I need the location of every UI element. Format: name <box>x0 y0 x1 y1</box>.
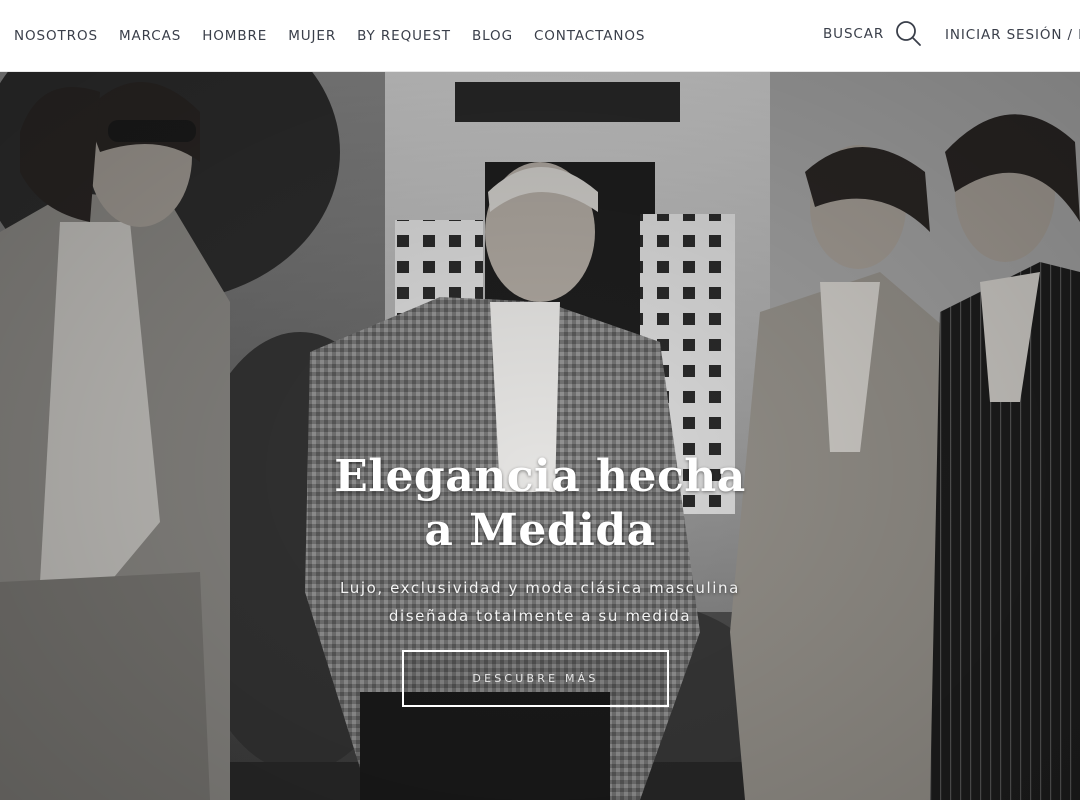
hero-subtitle-line-2: diseñada totalmente a su medida <box>388 607 692 625</box>
hero-banner: Elegancia hecha a Medida Lujo, exclusivi… <box>0 72 1080 800</box>
search-label: BUSCAR <box>823 26 885 42</box>
nav-item-nosotros[interactable]: NOSOTROS <box>14 28 98 44</box>
top-navigation-bar: NOSOTROS MARCAS HOMBRE MUJER BY REQUEST … <box>0 0 1080 72</box>
search-icon[interactable] <box>894 18 922 50</box>
nav-item-by-request[interactable]: BY REQUEST <box>357 28 451 44</box>
hero-subtitle-line-1: Lujo, exclusividad y moda clásica mascul… <box>340 579 740 597</box>
hero-subtitle: Lujo, exclusividad y moda clásica mascul… <box>300 574 780 630</box>
nav-item-marcas[interactable]: MARCAS <box>119 28 181 44</box>
nav-item-mujer[interactable]: MUJER <box>288 28 336 44</box>
login-register-link[interactable]: INICIAR SESIÓN / RE <box>945 27 1080 43</box>
nav-item-contactanos[interactable]: CONTACTANOS <box>534 28 645 44</box>
nav-item-hombre[interactable]: HOMBRE <box>202 28 267 44</box>
hero-title-line-1: Elegancia hecha <box>334 451 746 502</box>
nav-item-blog[interactable]: BLOG <box>472 28 513 44</box>
hero-title-line-2: a Medida <box>424 505 656 556</box>
main-menu: NOSOTROS MARCAS HOMBRE MUJER BY REQUEST … <box>14 28 666 44</box>
discover-more-button[interactable]: DESCUBRE MÁS <box>402 650 669 707</box>
hero-title: Elegancia hecha a Medida <box>290 450 790 558</box>
search-button[interactable]: BUSCAR <box>823 18 922 50</box>
